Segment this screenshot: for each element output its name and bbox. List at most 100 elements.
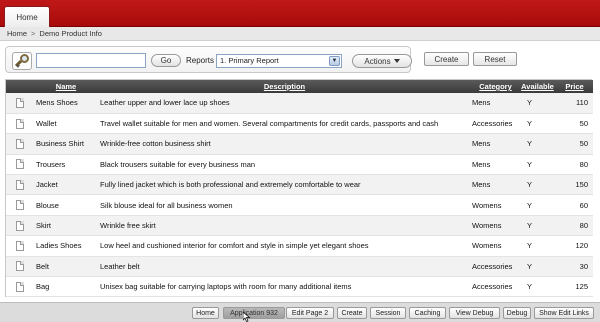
- edit-record-cell: [6, 93, 33, 114]
- breadcrumb-home[interactable]: Home: [7, 29, 27, 38]
- cell-description: Silk blouse ideal for all business women: [96, 194, 469, 216]
- cell-name: Wallet: [33, 113, 96, 135]
- breadcrumb-current: Demo Product Info: [39, 29, 102, 38]
- edit-record-cell: [6, 133, 33, 155]
- cell-category: Womens: [469, 235, 519, 257]
- cell-category: Mens: [469, 133, 519, 155]
- cell-name: Bag: [33, 276, 96, 298]
- cell-name: Skirt: [33, 215, 96, 237]
- breadcrumb-separator: >: [31, 29, 36, 38]
- cell-category: Mens: [469, 93, 519, 114]
- cell-description: Fully lined jacket which is both profess…: [96, 174, 469, 196]
- tab-home[interactable]: Home: [4, 6, 50, 28]
- edit-record-icon[interactable]: [15, 261, 24, 272]
- actions-label: Actions: [364, 56, 391, 66]
- cell-category: Womens: [469, 215, 519, 237]
- caret-down-icon: [393, 59, 400, 63]
- dev-button-home[interactable]: Home: [192, 307, 219, 319]
- cell-price: 80: [556, 154, 593, 176]
- table-row: Ladies Shoes Low heel and cushioned inter…: [6, 235, 593, 257]
- header-price[interactable]: Price: [556, 80, 593, 93]
- cell-price: 80: [556, 215, 593, 237]
- cell-available: Y: [519, 256, 556, 278]
- edit-record-cell: [6, 276, 33, 298]
- cell-description: Travel wallet suitable for men and women…: [96, 113, 469, 135]
- search-input[interactable]: [36, 53, 146, 68]
- cell-price: 110: [556, 93, 593, 114]
- dev-button-application-932[interactable]: Application 932: [223, 307, 285, 319]
- go-button[interactable]: Go: [151, 54, 181, 67]
- edit-record-icon[interactable]: [15, 159, 24, 170]
- table-row: Jacket Fully lined jacket which is both p…: [6, 174, 593, 196]
- cell-name: Jacket: [33, 174, 96, 196]
- dev-button-session[interactable]: Session: [370, 307, 406, 319]
- cell-available: Y: [519, 154, 556, 176]
- table-row: Business Shirt Wrinkle-free cotton busine…: [6, 133, 593, 155]
- report-table: Name Description Category Available Pric…: [5, 79, 593, 298]
- cell-description: Leather upper and lower lace up shoes: [96, 93, 469, 114]
- header-name[interactable]: Name: [33, 80, 96, 93]
- cell-price: 50: [556, 113, 593, 135]
- actions-button[interactable]: Actions: [352, 54, 412, 68]
- dev-button-view-debug[interactable]: View Debug: [449, 307, 500, 319]
- edit-record-icon[interactable]: [15, 281, 24, 292]
- search-column-icon[interactable]: [12, 52, 32, 70]
- cell-available: Y: [519, 235, 556, 257]
- app-header: Home: [0, 0, 600, 28]
- dev-button-edit-page-2[interactable]: Edit Page 2: [286, 307, 334, 319]
- create-button[interactable]: Create: [424, 52, 469, 66]
- cell-available: Y: [519, 113, 556, 135]
- dev-button-debug[interactable]: Debug: [503, 307, 531, 319]
- edit-record-icon[interactable]: [15, 179, 24, 190]
- report-select[interactable]: 1. Primary Report ▼: [216, 54, 342, 68]
- table-row: Blouse Silk blouse ideal for all business…: [6, 194, 593, 216]
- dev-button-create[interactable]: Create: [337, 307, 367, 319]
- cell-price: 60: [556, 194, 593, 216]
- cell-description: Leather belt: [96, 256, 469, 278]
- cell-available: Y: [519, 133, 556, 155]
- cell-price: 30: [556, 256, 593, 278]
- chevron-down-icon[interactable]: ▼: [329, 56, 340, 66]
- cell-available: Y: [519, 93, 556, 114]
- edit-record-cell: [6, 215, 33, 237]
- cell-name: Mens Shoes: [33, 93, 96, 114]
- cell-description: Unisex bag suitable for carrying laptops…: [96, 276, 469, 298]
- cell-price: 150: [556, 174, 593, 196]
- cell-category: Mens: [469, 174, 519, 196]
- edit-record-icon[interactable]: [15, 200, 24, 211]
- cell-available: Y: [519, 215, 556, 237]
- table-header-row: Name Description Category Available Pric…: [6, 80, 593, 93]
- breadcrumb: Home > Demo Product Info: [0, 27, 600, 41]
- table-row: Mens Shoes Leather upper and lower lace u…: [6, 93, 593, 114]
- cell-price: 125: [556, 276, 593, 298]
- edit-record-cell: [6, 113, 33, 135]
- table-row: Trousers Black trousers suitable for ever…: [6, 154, 593, 176]
- edit-record-icon[interactable]: [15, 138, 24, 149]
- edit-record-icon[interactable]: [15, 220, 24, 231]
- edit-record-icon[interactable]: [15, 118, 24, 129]
- dev-button-caching[interactable]: Caching: [409, 307, 446, 319]
- cell-description: Low heel and cushioned interior for comf…: [96, 235, 469, 257]
- mouse-pointer-icon: [243, 312, 251, 322]
- cell-category: Womens: [469, 194, 519, 216]
- cell-description: Black trousers suitable for every busine…: [96, 154, 469, 176]
- table-row: Wallet Travel wallet suitable for men and…: [6, 113, 593, 135]
- cell-available: Y: [519, 194, 556, 216]
- cell-category: Accessories: [469, 113, 519, 135]
- cell-category: Accessories: [469, 256, 519, 278]
- header-category[interactable]: Category: [469, 80, 519, 93]
- edit-record-cell: [6, 194, 33, 216]
- edit-record-cell: [6, 256, 33, 278]
- reset-button[interactable]: Reset: [473, 52, 517, 66]
- cell-description: Wrinkle free skirt: [96, 215, 469, 237]
- table-row: Belt Leather belt Accessories Y 30: [6, 256, 593, 278]
- edit-record-icon[interactable]: [15, 97, 24, 108]
- edit-record-cell: [6, 154, 33, 176]
- cell-description: Wrinkle-free cotton business shirt: [96, 133, 469, 155]
- cell-name: Blouse: [33, 194, 96, 216]
- header-available[interactable]: Available: [519, 80, 556, 93]
- header-description[interactable]: Description: [96, 80, 469, 93]
- dev-button-show-edit-links[interactable]: Show Edit Links: [534, 307, 594, 319]
- cell-name: Ladies Shoes: [33, 235, 96, 257]
- edit-record-icon[interactable]: [15, 240, 24, 251]
